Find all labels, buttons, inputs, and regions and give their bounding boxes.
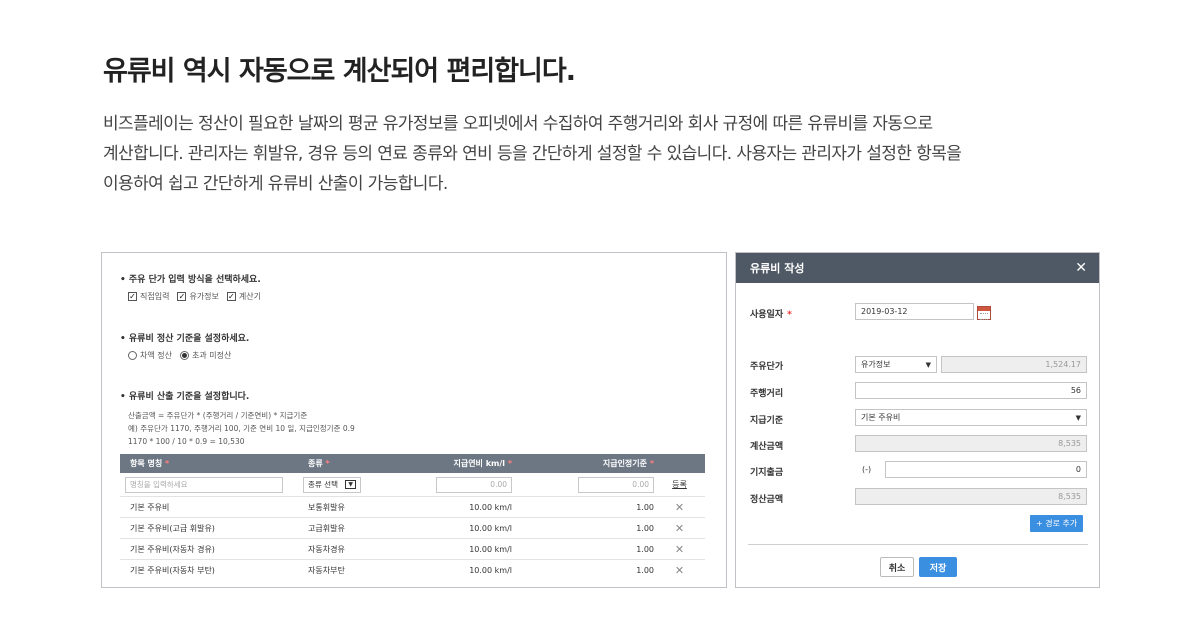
formula-line: 예) 주유단가 1170, 주행거리 100, 기준 연비 10 일, 지급인정… xyxy=(128,424,355,433)
section-title-settlement: • 유류비 정산 기준을 설정하세요. xyxy=(120,334,250,344)
description-line: 이용하여 쉽고 간단하게 유류비 산출이 가능합니다. xyxy=(103,174,448,194)
cell-rate: 1.00 xyxy=(636,566,654,575)
close-icon[interactable]: ✕ xyxy=(1075,260,1087,276)
cell-name: 기본 주유비 xyxy=(130,502,170,512)
table-input-row: 명칭을 입력하세요 종류 선택 ▼ 0.00 0.00 등록 xyxy=(120,473,705,497)
label-calc-amount: 계산금액 xyxy=(750,442,784,452)
unit-price-select[interactable]: 유가정보 ▼ xyxy=(855,356,937,373)
input-method-options: ✓ 직접입력 ✓ 유가정보 ✓ 계산기 xyxy=(128,291,261,302)
divider xyxy=(748,544,1088,545)
formula-text: 산출금액 = 주유단가 * (주행거리 / 기준연비) * 지급기준 예) 주유… xyxy=(128,409,355,448)
table-row: 기본 주유비 보통휘발유 10.00 km/l 1.00 ✕ xyxy=(120,497,705,518)
table-row: 기본 주유비(고급 휘발유) 고급휘발유 10.00 km/l 1.00 ✕ xyxy=(120,518,705,539)
cell-type: 자동차부탄 xyxy=(308,566,345,575)
option-label: 직접입력 xyxy=(140,292,170,301)
existing-expense-input[interactable]: 0 xyxy=(885,461,1087,478)
column-type: 종류 * xyxy=(308,459,330,468)
cell-name: 기본 주유비(고급 휘발유) xyxy=(130,523,215,533)
column-fuel-efficiency: 지급연비 km/l * xyxy=(453,459,512,468)
formula-line: 1170 * 100 / 10 * 0.9 = 10,530 xyxy=(128,437,245,446)
description-line: 비즈플레이는 정산이 필요한 날짜의 평균 유가정보를 오피넷에서 수집하여 주… xyxy=(103,114,933,134)
fuel-items-table: 항목 명칭 * 종류 * 지급연비 km/l * 지급인정기준 * 명칭을 입력… xyxy=(120,454,705,581)
column-name: 항목 명칭 * xyxy=(130,459,170,468)
option-direct-input[interactable]: ✓ 직접입력 xyxy=(128,291,169,302)
rate-input[interactable]: 0.00 xyxy=(578,476,654,493)
option-label: 차액 정산 xyxy=(140,351,172,360)
section-title-input-method: • 주유 단가 입력 방식을 선택하세요. xyxy=(120,275,261,285)
calendar-icon[interactable] xyxy=(977,306,991,320)
section-title-calculation: • 유류비 산출 기준을 설정합니다. xyxy=(120,392,250,402)
fuel-expense-dialog: 유류비 작성 ✕ 사용일자 * 2019-03-12 주유단가 유가정보 ▼ 1,5… xyxy=(735,252,1100,588)
cell-fuel: 10.00 km/l xyxy=(469,502,512,512)
date-input[interactable]: 2019-03-12 xyxy=(855,303,974,320)
radio-selected-icon[interactable] xyxy=(179,351,189,360)
save-button[interactable]: 저장 xyxy=(919,557,957,577)
cell-fuel: 10.00 km/l xyxy=(469,523,512,533)
cell-type: 자동차경유 xyxy=(308,544,345,554)
column-rate: 지급인정기준 * xyxy=(602,459,654,468)
option-label: 유가정보 xyxy=(189,292,219,301)
type-select[interactable]: 종류 선택 ▼ xyxy=(303,476,361,493)
checkbox-checked-icon[interactable]: ✓ xyxy=(128,292,137,301)
dialog-title: 유류비 작성 xyxy=(750,262,805,275)
chevron-down-icon: ▼ xyxy=(1075,413,1081,422)
label-standard: 지급기준 xyxy=(750,416,784,426)
checkbox-checked-icon[interactable]: ✓ xyxy=(226,292,236,301)
label-distance: 주행거리 xyxy=(750,389,784,399)
label-settle-amount: 정산금액 xyxy=(750,495,784,505)
cell-rate: 1.00 xyxy=(636,523,654,533)
label-date: 사용일자 * xyxy=(750,310,792,320)
formula-line: 산출금액 = 주유단가 * (주행거리 / 기준연비) * 지급기준 xyxy=(128,411,308,420)
settle-amount-value: 8,535 xyxy=(855,488,1087,505)
cell-rate: 1.00 xyxy=(636,502,654,512)
fuel-efficiency-input[interactable]: 0.00 xyxy=(436,476,512,493)
cell-type: 보통휘발유 xyxy=(308,502,345,512)
description: 비즈플레이는 정산이 필요한 날짜의 평균 유가정보를 오피넷에서 수집하여 주… xyxy=(103,109,1103,199)
delete-icon[interactable]: ✕ xyxy=(675,501,684,514)
delete-icon[interactable]: ✕ xyxy=(675,564,684,577)
checkbox-checked-icon[interactable]: ✓ xyxy=(177,292,187,301)
page-title: 유류비 역시 자동으로 계산되어 편리합니다. xyxy=(103,56,576,87)
cell-fuel: 10.00 km/l xyxy=(469,544,512,554)
calc-amount-value: 8,535 xyxy=(855,435,1087,452)
minus-sign: (-) xyxy=(862,465,872,474)
label-unit-price: 주유단가 xyxy=(750,362,784,372)
settlement-options: 차액 정산 초과 미정산 xyxy=(128,350,231,361)
register-button[interactable]: 등록 xyxy=(672,480,687,489)
distance-input[interactable]: 56 xyxy=(855,382,1087,399)
dialog-header: 유류비 작성 ✕ xyxy=(736,253,1099,283)
label-existing-expense: 기지출금 xyxy=(750,468,784,478)
name-input[interactable]: 명칭을 입력하세요 xyxy=(125,476,283,493)
option-calculator[interactable]: ✓ 계산기 xyxy=(226,291,261,302)
option-fuel-info[interactable]: ✓ 유가정보 xyxy=(177,291,219,302)
cell-fuel: 10.00 km/l xyxy=(469,566,512,575)
cancel-button[interactable]: 취소 xyxy=(880,557,914,577)
chevron-down-icon: ▼ xyxy=(345,480,356,489)
table-header: 항목 명칭 * 종류 * 지급연비 km/l * 지급인정기준 * xyxy=(120,454,705,473)
delete-icon[interactable]: ✕ xyxy=(675,522,684,535)
description-line: 계산합니다. 관리자는 휘발유, 경유 등의 연료 종류와 연비 등을 간단하게… xyxy=(103,144,962,164)
add-route-button[interactable]: + 경로 추가 xyxy=(1030,515,1084,532)
unit-price-value: 1,524.17 xyxy=(941,356,1087,373)
delete-icon[interactable]: ✕ xyxy=(675,543,684,556)
cell-type: 고급휘발유 xyxy=(308,523,345,533)
standard-select[interactable]: 기본 주유비 ▼ xyxy=(855,409,1087,426)
option-label: 계산기 xyxy=(238,292,261,301)
cell-name: 기본 주유비(자동차 경유) xyxy=(130,544,215,554)
option-excess-unsettled[interactable]: 초과 미정산 xyxy=(179,350,232,361)
option-label: 초과 미정산 xyxy=(191,351,232,360)
fuel-settings-panel: • 주유 단가 입력 방식을 선택하세요. ✓ 직접입력 ✓ 유가정보 ✓ 계산기 •… xyxy=(101,252,727,588)
cell-rate: 1.00 xyxy=(636,544,654,554)
radio-icon[interactable] xyxy=(128,351,137,360)
chevron-down-icon: ▼ xyxy=(925,360,931,369)
cell-name: 기본 주유비(자동차 부탄) xyxy=(130,566,215,575)
option-difference-settle[interactable]: 차액 정산 xyxy=(128,350,172,361)
table-row: 기본 주유비(자동차 경유) 자동차경유 10.00 km/l 1.00 ✕ xyxy=(120,539,705,560)
table-row: 기본 주유비(자동차 부탄) 자동차부탄 10.00 km/l 1.00 ✕ xyxy=(120,560,705,581)
